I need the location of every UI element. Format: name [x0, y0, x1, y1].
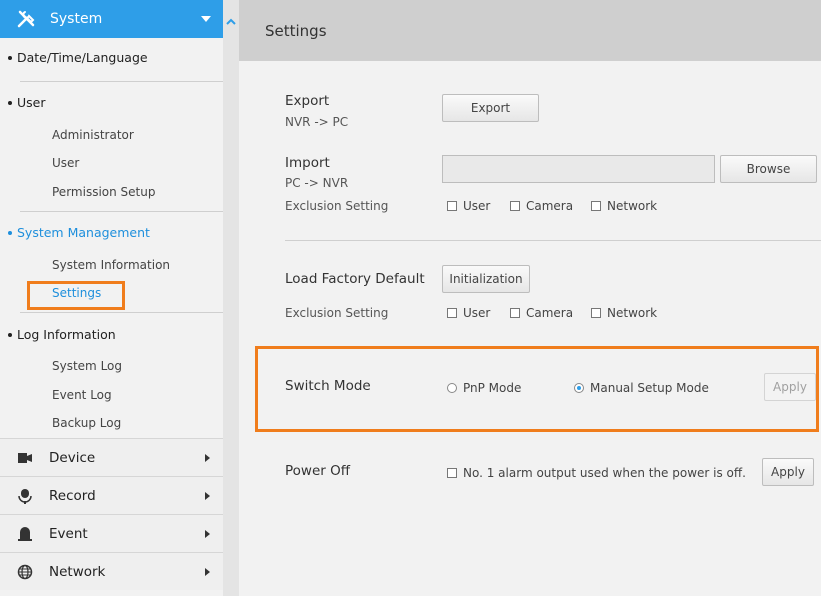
export-sub-label: NVR -> PC [285, 115, 349, 129]
menu-device[interactable]: Device [0, 438, 223, 476]
power-off-alarm-checkbox[interactable]: No. 1 alarm output used when the power i… [447, 466, 746, 480]
menu-record-label: Record [49, 487, 96, 504]
sidebar-item-system-log[interactable]: System Log [52, 359, 122, 373]
menu-event-label: Event [49, 525, 88, 542]
chevron-right-icon [205, 530, 210, 538]
import-exclude-network-checkbox[interactable]: Network [591, 199, 657, 213]
chevron-right-icon [205, 568, 210, 576]
import-label: Import [285, 155, 330, 171]
browse-button[interactable]: Browse [720, 155, 817, 183]
sidebar: System Date/Time/Language User Administr… [0, 0, 223, 596]
divider [20, 81, 223, 82]
export-button[interactable]: Export [442, 94, 539, 122]
sidebar-group-system-management[interactable]: System Management [8, 225, 150, 240]
manual-setup-mode-radio[interactable]: Manual Setup Mode [574, 381, 709, 395]
menu-network[interactable]: Network [0, 552, 223, 590]
initialization-button[interactable]: Initialization [442, 265, 530, 293]
sidebar-item-system-information[interactable]: System Information [52, 258, 170, 272]
import-sub-label: PC -> NVR [285, 176, 349, 190]
sidebar-header-title: System [50, 11, 103, 27]
menu-device-label: Device [49, 449, 96, 466]
chevron-right-icon [205, 492, 210, 500]
sidebar-header-system[interactable]: System [0, 0, 223, 38]
menu-network-label: Network [49, 563, 106, 580]
sidebar-item-event-log[interactable]: Event Log [52, 388, 112, 402]
switch-mode-label: Switch Mode [285, 378, 371, 394]
sidebar-group-log-information[interactable]: Log Information [8, 327, 116, 342]
menu-record[interactable]: Record [0, 476, 223, 514]
factory-exclude-network-checkbox[interactable]: Network [591, 306, 657, 320]
divider [20, 312, 223, 313]
globe-icon [17, 564, 33, 580]
pnp-mode-radio[interactable]: PnP Mode [447, 381, 521, 395]
import-exclusion-label: Exclusion Setting [285, 199, 389, 213]
page-title-bar: Settings [239, 0, 821, 61]
tools-icon [16, 9, 36, 29]
factory-exclude-user-checkbox[interactable]: User [447, 306, 490, 320]
switch-mode-apply-button[interactable]: Apply [764, 373, 816, 401]
page-title: Settings [265, 21, 327, 40]
sidebar-group-datetime[interactable]: Date/Time/Language [8, 50, 148, 65]
chevron-down-icon [201, 16, 211, 22]
main-panel: Settings Export NVR -> PC Export Import … [239, 0, 821, 596]
power-off-label: Power Off [285, 463, 351, 479]
record-icon [17, 488, 33, 504]
factory-exclude-camera-checkbox[interactable]: Camera [510, 306, 573, 320]
event-icon [17, 526, 33, 542]
chevron-right-icon [205, 454, 210, 462]
chevron-up-icon[interactable] [226, 16, 236, 26]
sidebar-item-settings[interactable]: Settings [52, 286, 101, 300]
sidebar-item-user[interactable]: User [52, 156, 79, 170]
device-icon [17, 450, 33, 466]
import-exclude-camera-checkbox[interactable]: Camera [510, 199, 573, 213]
factory-default-label: Load Factory Default [285, 271, 425, 287]
menu-event[interactable]: Event [0, 514, 223, 552]
sidebar-scroll-strip[interactable] [223, 0, 239, 596]
factory-exclusion-label: Exclusion Setting [285, 306, 389, 320]
sidebar-group-user[interactable]: User [8, 95, 46, 110]
power-off-apply-button[interactable]: Apply [762, 458, 814, 486]
import-file-field[interactable] [442, 155, 715, 183]
export-label: Export [285, 93, 330, 109]
sidebar-item-backup-log[interactable]: Backup Log [52, 416, 121, 430]
sidebar-item-administrator[interactable]: Administrator [52, 128, 134, 142]
sidebar-item-permission-setup[interactable]: Permission Setup [52, 185, 155, 199]
divider [285, 240, 821, 241]
import-exclude-user-checkbox[interactable]: User [447, 199, 490, 213]
divider [20, 211, 223, 212]
